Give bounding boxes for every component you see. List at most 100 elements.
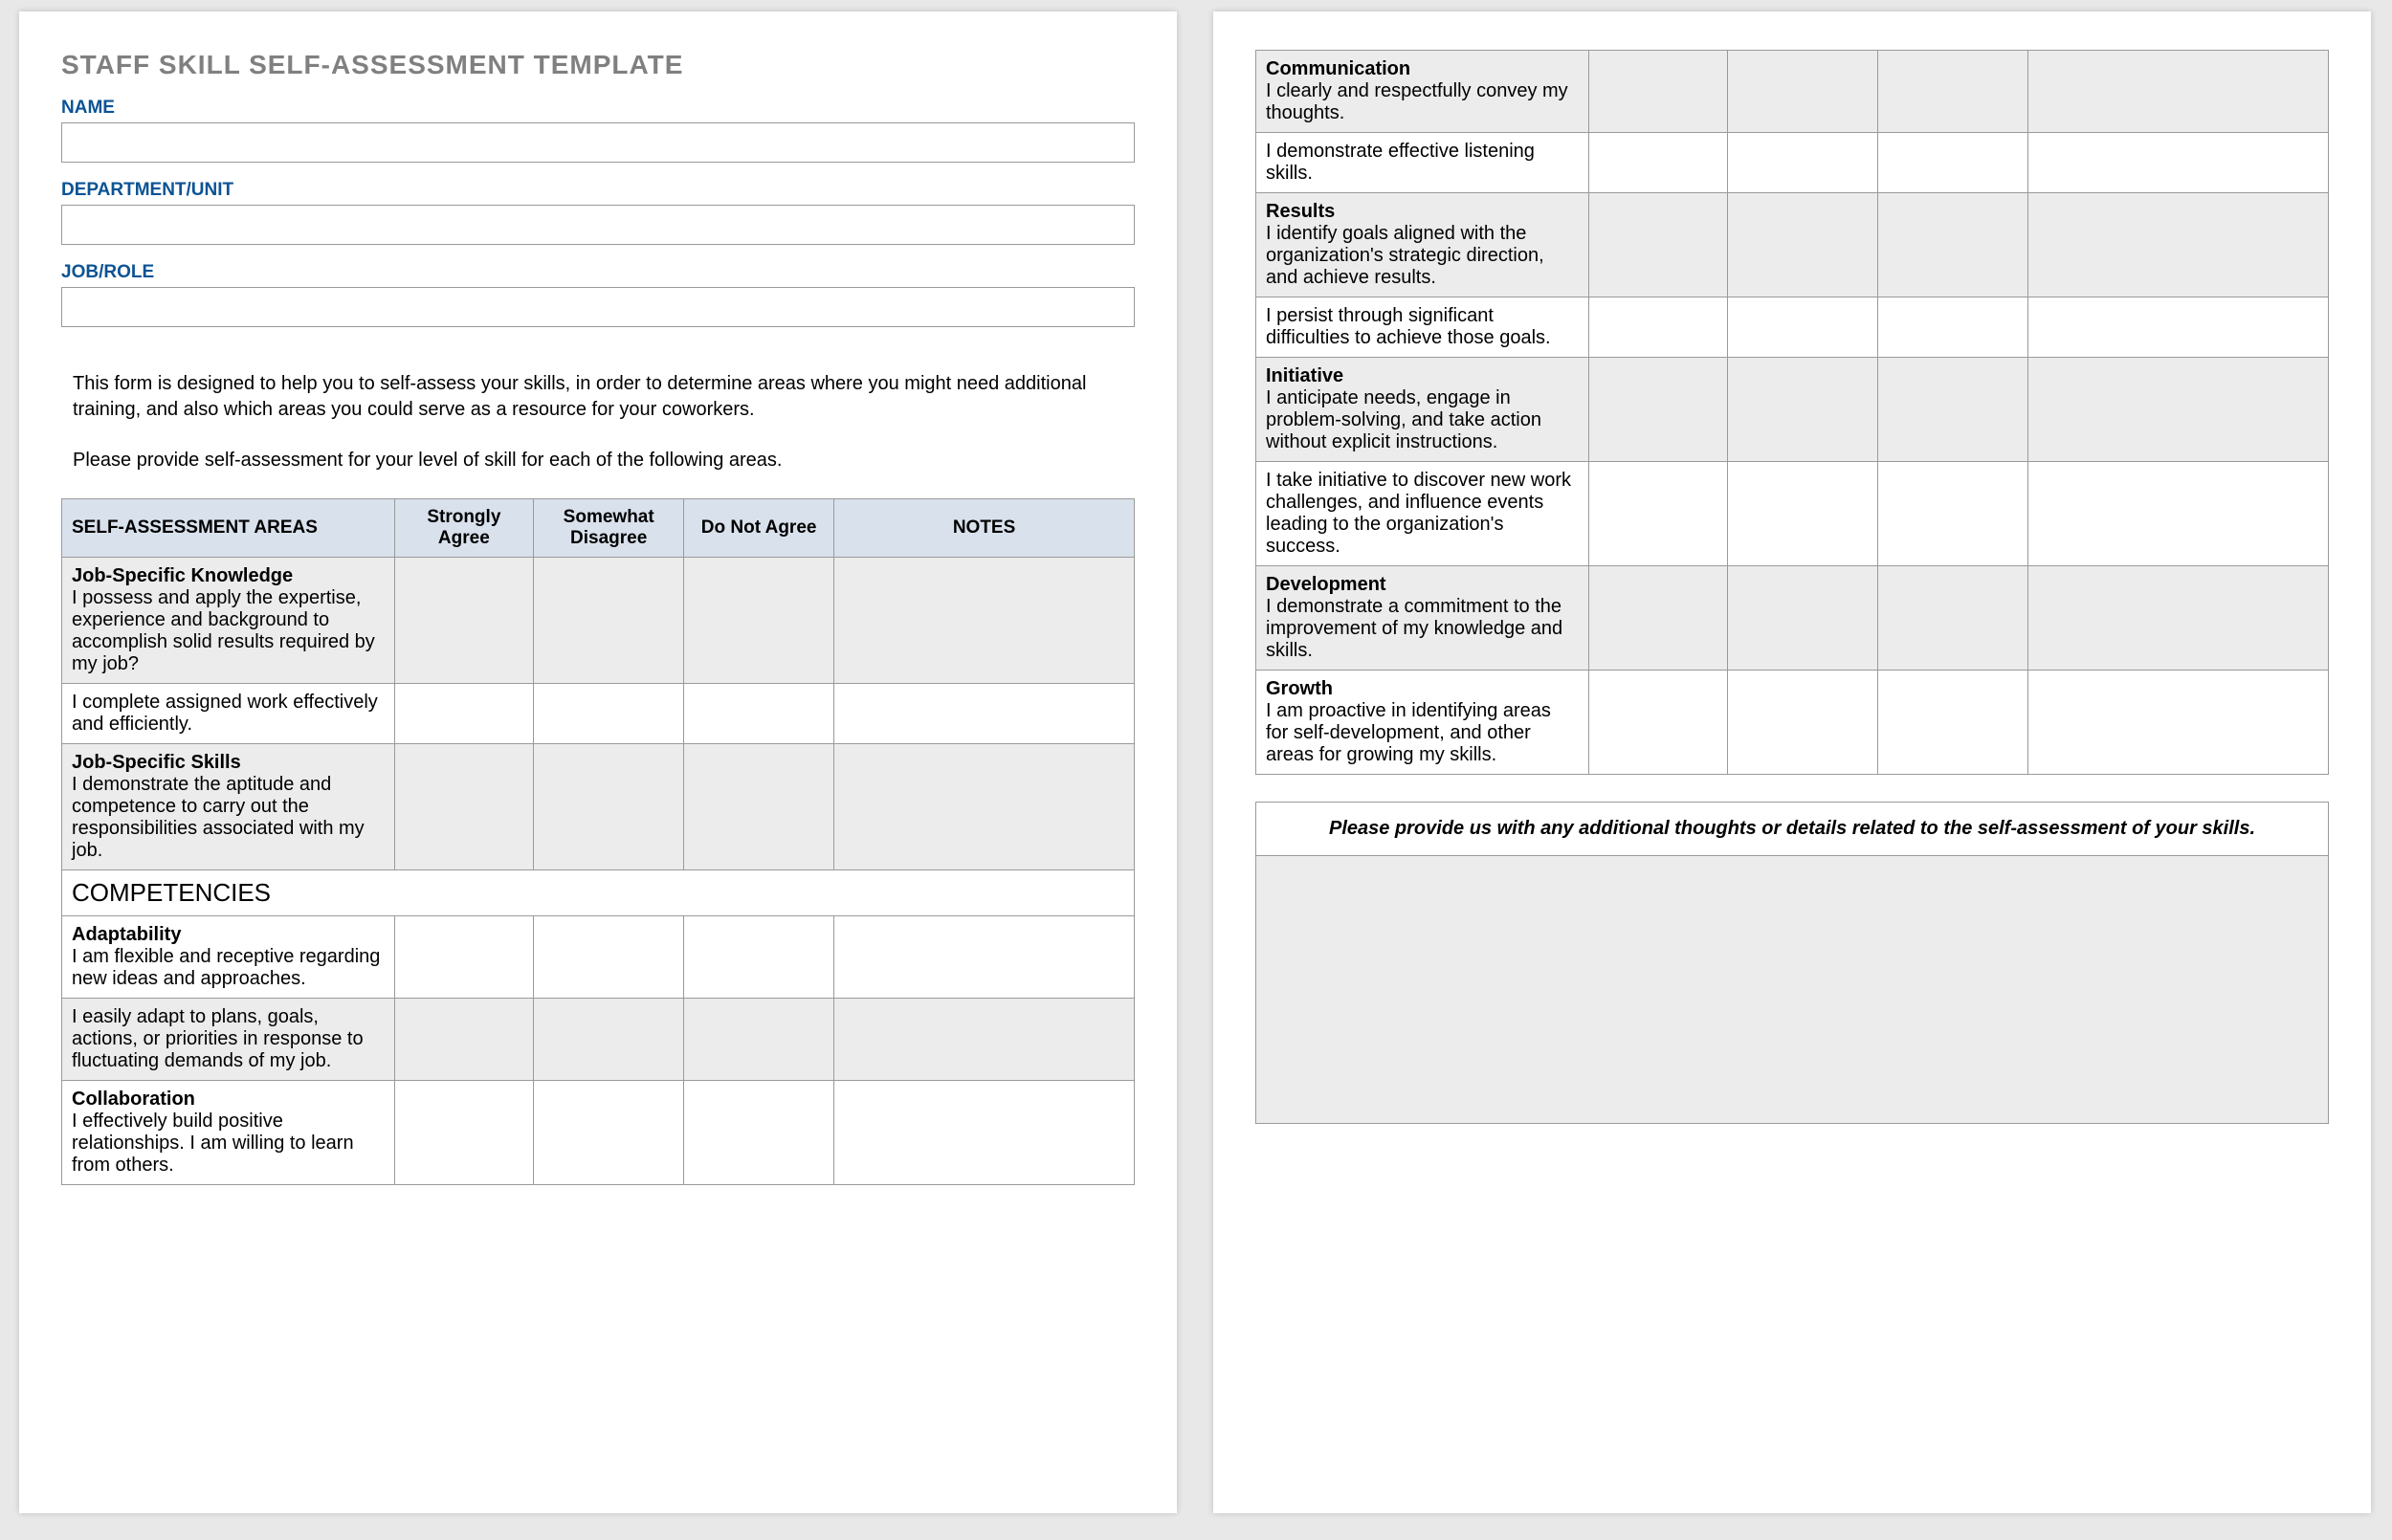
page-1: STAFF SKILL SELF-ASSESSMENT TEMPLATE NAM… bbox=[19, 11, 1177, 1513]
rating-cell[interactable] bbox=[394, 684, 534, 744]
notes-cell[interactable] bbox=[834, 684, 1135, 744]
table-row: CommunicationI clearly and respectfully … bbox=[1256, 51, 2329, 133]
notes-cell[interactable] bbox=[2028, 671, 2329, 775]
rating-cell[interactable] bbox=[1878, 358, 2028, 462]
notes-cell[interactable] bbox=[834, 1081, 1135, 1185]
rating-cell[interactable] bbox=[1588, 51, 1728, 133]
rating-cell[interactable] bbox=[394, 999, 534, 1081]
rating-cell[interactable] bbox=[1588, 297, 1728, 358]
table-row: I complete assigned work effectively and… bbox=[62, 684, 1135, 744]
row-description: CommunicationI clearly and respectfully … bbox=[1256, 51, 1589, 133]
rating-cell[interactable] bbox=[534, 1081, 684, 1185]
row-desc-text: I persist through significant difficulti… bbox=[1266, 305, 1579, 349]
col-do-not-agree: Do Not Agree bbox=[684, 499, 834, 558]
rating-cell[interactable] bbox=[394, 558, 534, 684]
name-label: NAME bbox=[61, 98, 1135, 119]
rating-cell[interactable] bbox=[1588, 358, 1728, 462]
intro-text: This form is designed to help you to sel… bbox=[61, 371, 1135, 473]
name-input[interactable] bbox=[61, 122, 1135, 163]
rating-cell[interactable] bbox=[1728, 462, 1878, 566]
notes-cell[interactable] bbox=[2028, 51, 2329, 133]
rating-cell[interactable] bbox=[1878, 193, 2028, 297]
rating-cell[interactable] bbox=[534, 999, 684, 1081]
rating-cell[interactable] bbox=[1728, 133, 1878, 193]
row-desc-text: I complete assigned work effectively and… bbox=[72, 692, 385, 736]
row-description: Job-Specific SkillsI demonstrate the apt… bbox=[62, 744, 395, 870]
rating-cell[interactable] bbox=[1878, 566, 2028, 671]
rating-cell[interactable] bbox=[684, 999, 834, 1081]
department-input[interactable] bbox=[61, 205, 1135, 245]
document-title: STAFF SKILL SELF-ASSESSMENT TEMPLATE bbox=[61, 50, 1135, 80]
row-description: I demonstrate effective listening skills… bbox=[1256, 133, 1589, 193]
table-row: I persist through significant difficulti… bbox=[1256, 297, 2329, 358]
row-desc-text: I demonstrate a commitment to the improv… bbox=[1266, 596, 1579, 662]
notes-cell[interactable] bbox=[2028, 358, 2329, 462]
feedback-prompt: Please provide us with any additional th… bbox=[1255, 802, 2329, 856]
row-desc-text: I am proactive in identifying areas for … bbox=[1266, 700, 1579, 766]
row-description: InitiativeI anticipate needs, engage in … bbox=[1256, 358, 1589, 462]
rating-cell[interactable] bbox=[684, 744, 834, 870]
row-description: ResultsI identify goals aligned with the… bbox=[1256, 193, 1589, 297]
rating-cell[interactable] bbox=[1588, 671, 1728, 775]
feedback-textarea[interactable] bbox=[1255, 856, 2329, 1124]
notes-cell[interactable] bbox=[2028, 566, 2329, 671]
rating-cell[interactable] bbox=[1588, 133, 1728, 193]
notes-cell[interactable] bbox=[834, 916, 1135, 999]
row-title: Results bbox=[1266, 201, 1579, 223]
table-row: AdaptabilityI am flexible and receptive … bbox=[62, 916, 1135, 999]
rating-cell[interactable] bbox=[684, 558, 834, 684]
role-label: JOB/ROLE bbox=[61, 262, 1135, 283]
notes-cell[interactable] bbox=[2028, 193, 2329, 297]
notes-cell[interactable] bbox=[2028, 133, 2329, 193]
intro-p1: This form is designed to help you to sel… bbox=[73, 371, 1123, 423]
table-row: CollaborationI effectively build positiv… bbox=[62, 1081, 1135, 1185]
row-title: Growth bbox=[1266, 678, 1579, 700]
rating-cell[interactable] bbox=[534, 558, 684, 684]
rating-cell[interactable] bbox=[1728, 297, 1878, 358]
rating-cell[interactable] bbox=[1728, 671, 1878, 775]
rating-cell[interactable] bbox=[1878, 51, 2028, 133]
rating-cell[interactable] bbox=[1588, 566, 1728, 671]
rating-cell[interactable] bbox=[394, 744, 534, 870]
col-somewhat-disagree: Somewhat Disagree bbox=[534, 499, 684, 558]
rating-cell[interactable] bbox=[534, 916, 684, 999]
rating-cell[interactable] bbox=[1878, 133, 2028, 193]
col-strongly-agree: Strongly Agree bbox=[394, 499, 534, 558]
notes-cell[interactable] bbox=[834, 558, 1135, 684]
row-desc-text: I easily adapt to plans, goals, actions,… bbox=[72, 1006, 385, 1072]
row-description: I easily adapt to plans, goals, actions,… bbox=[62, 999, 395, 1081]
rating-cell[interactable] bbox=[684, 916, 834, 999]
row-title: Collaboration bbox=[72, 1089, 385, 1111]
row-desc-text: I am flexible and receptive regarding ne… bbox=[72, 946, 385, 990]
rating-cell[interactable] bbox=[1728, 51, 1878, 133]
rating-cell[interactable] bbox=[1728, 193, 1878, 297]
role-input[interactable] bbox=[61, 287, 1135, 327]
table-row: GrowthI am proactive in identifying area… bbox=[1256, 671, 2329, 775]
rating-cell[interactable] bbox=[1878, 297, 2028, 358]
rating-cell[interactable] bbox=[1728, 358, 1878, 462]
rating-cell[interactable] bbox=[1588, 193, 1728, 297]
rating-cell[interactable] bbox=[1878, 671, 2028, 775]
notes-cell[interactable] bbox=[834, 999, 1135, 1081]
rating-cell[interactable] bbox=[1878, 462, 2028, 566]
assessment-table-1: SELF-ASSESSMENT AREAS Strongly Agree Som… bbox=[61, 498, 1135, 1185]
rating-cell[interactable] bbox=[684, 684, 834, 744]
row-desc-text: I demonstrate effective listening skills… bbox=[1266, 141, 1579, 185]
intro-p2: Please provide self-assessment for your … bbox=[73, 448, 1123, 473]
rating-cell[interactable] bbox=[394, 1081, 534, 1185]
rating-cell[interactable] bbox=[534, 744, 684, 870]
notes-cell[interactable] bbox=[2028, 462, 2329, 566]
rating-cell[interactable] bbox=[684, 1081, 834, 1185]
notes-cell[interactable] bbox=[2028, 297, 2329, 358]
row-desc-text: I demonstrate the aptitude and competenc… bbox=[72, 774, 385, 862]
rating-cell[interactable] bbox=[394, 916, 534, 999]
row-title: Development bbox=[1266, 574, 1579, 596]
rating-cell[interactable] bbox=[1728, 566, 1878, 671]
col-area: SELF-ASSESSMENT AREAS bbox=[62, 499, 395, 558]
rating-cell[interactable] bbox=[534, 684, 684, 744]
row-desc-text: I take initiative to discover new work c… bbox=[1266, 470, 1579, 558]
row-desc-text: I possess and apply the expertise, exper… bbox=[72, 587, 385, 675]
rating-cell[interactable] bbox=[1588, 462, 1728, 566]
notes-cell[interactable] bbox=[834, 744, 1135, 870]
row-title: Initiative bbox=[1266, 365, 1579, 387]
